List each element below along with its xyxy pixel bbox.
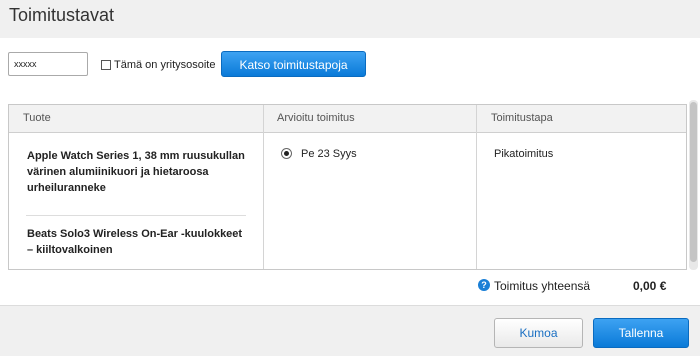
column-divider [476, 105, 477, 269]
column-header-method: Toimitustapa [491, 112, 553, 124]
delivery-table: Tuote Arvioitu toimitus Toimitustapa App… [8, 104, 687, 270]
column-header-product: Tuote [23, 112, 51, 124]
postal-code-input[interactable] [8, 52, 88, 76]
column-divider [263, 105, 264, 269]
check-delivery-options-button[interactable]: Katso toimitustapoja [221, 51, 366, 77]
product-divider [26, 215, 246, 216]
cancel-button[interactable]: Kumoa [494, 318, 583, 348]
table-header: Tuote Arvioitu toimitus Toimitustapa [9, 105, 686, 133]
save-button[interactable]: Tallenna [593, 318, 689, 348]
delivery-total-amount: 0,00 € [633, 279, 667, 293]
delivery-date: Pe 23 Syys [301, 148, 357, 160]
dialog-header: Toimitustavat [0, 0, 700, 38]
delivery-total-label: Toimitus yhteensä [494, 279, 591, 293]
column-header-estimated: Arvioitu toimitus [277, 112, 355, 124]
company-address-checkbox[interactable]: Tämä on yritysosoite [101, 58, 215, 72]
scrollbar-thumb[interactable] [690, 102, 697, 262]
company-address-label: Tämä on yritysosoite [114, 59, 216, 71]
scrollbar[interactable] [689, 100, 698, 270]
dialog-title: Toimitustavat [9, 5, 115, 25]
product-name: Apple Watch Series 1, 38 mm ruusukullan … [27, 150, 245, 194]
delivery-method: Pikatoimitus [494, 148, 554, 160]
product-name: Beats Solo3 Wireless On-Ear -kuulokkeet … [27, 228, 243, 256]
checkbox-box[interactable] [101, 60, 111, 70]
help-icon[interactable]: ? [478, 279, 490, 291]
delivery-date-radio[interactable] [281, 148, 292, 159]
